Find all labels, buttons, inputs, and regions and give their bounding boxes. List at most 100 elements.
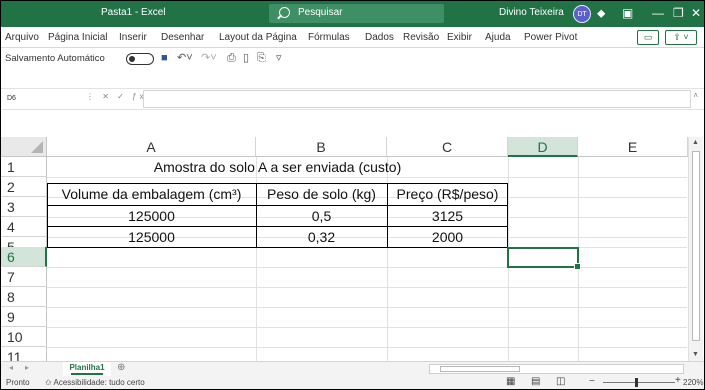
zoom-level[interactable]: 220% xyxy=(683,378,703,387)
accessibility-text: Acessibilidade: tudo certo xyxy=(53,378,145,387)
comments-button[interactable]: ▭ xyxy=(637,30,659,45)
save-icon[interactable]: ■ xyxy=(161,51,168,65)
row-header-8[interactable]: 8 xyxy=(1,287,47,307)
column-header-c[interactable]: C xyxy=(387,137,508,157)
table-border xyxy=(387,183,388,248)
cell-a4[interactable]: 125000 xyxy=(47,206,256,226)
undo-icon[interactable]: ↶˅ xyxy=(177,51,193,65)
cell-b3[interactable]: Peso de solo (kg) xyxy=(256,184,387,204)
expand-formula-icon[interactable]: ˄ xyxy=(693,91,698,100)
row-header-6[interactable]: 6 xyxy=(1,247,47,267)
format-painter-icon[interactable]: ⎘ xyxy=(257,51,266,65)
row-header-2[interactable]: 2 xyxy=(1,177,47,197)
add-sheet-icon[interactable]: ⊕ xyxy=(117,362,125,373)
sheet-tab-planilha1[interactable]: Planilha1 xyxy=(63,362,111,376)
row-header-10[interactable]: 10 xyxy=(1,327,47,347)
close-icon[interactable]: ✕ xyxy=(691,5,701,21)
vertical-scroll-thumb[interactable] xyxy=(692,151,700,341)
status-ready: Pronto xyxy=(6,378,30,387)
table-border xyxy=(47,226,508,227)
zoom-slider-knob[interactable] xyxy=(635,378,638,387)
cell-c5[interactable]: 2000 xyxy=(387,227,508,247)
cell-c4[interactable]: 3125 xyxy=(387,206,508,226)
cell-a3[interactable]: Volume da embalagem (cm³) xyxy=(47,184,256,204)
gridline xyxy=(47,287,687,288)
formula-input[interactable] xyxy=(143,90,691,108)
cell-title-a1[interactable]: Amostra do solo A a ser enviada (custo) xyxy=(47,157,508,177)
row-header-4[interactable]: 4 xyxy=(1,217,47,237)
excel-window: Pasta1 - Excel Pesquisar Divino Teixeira… xyxy=(0,0,705,390)
quick-access-toolbar: Salvamento Automático ■ ↶˅ ↷˅ ⎙ ▯ ⎘ ▿ xyxy=(1,48,704,68)
gridline xyxy=(47,347,687,348)
search-placeholder: Pesquisar xyxy=(298,7,343,18)
zoom-in-icon[interactable]: + xyxy=(675,375,681,386)
row-header-9[interactable]: 9 xyxy=(1,307,47,327)
horizontal-scrollbar[interactable] xyxy=(429,364,684,374)
restore-icon[interactable]: ❐ xyxy=(673,5,684,21)
table-border xyxy=(507,183,508,248)
page-layout-view-icon[interactable]: ▤ xyxy=(531,376,540,387)
tab-revisao[interactable]: Revisão xyxy=(403,32,439,43)
zoom-out-icon[interactable]: − xyxy=(589,376,595,387)
tab-dados[interactable]: Dados xyxy=(365,32,394,43)
accessibility-status[interactable]: ✩ Acessibilidade: tudo certo xyxy=(45,378,145,387)
tab-exibir[interactable]: Exibir xyxy=(447,32,472,43)
cell-c3[interactable]: Preço (R$/peso) xyxy=(387,184,508,204)
cell-b4[interactable]: 0,5 xyxy=(256,206,387,226)
sheet-prev-icon[interactable]: ◂ xyxy=(9,363,13,372)
tab-pagina-inicial[interactable]: Página Inicial xyxy=(48,32,107,43)
column-header-a[interactable]: A xyxy=(47,137,256,157)
sheet-next-icon[interactable]: ▸ xyxy=(25,363,29,372)
title-bar: Pasta1 - Excel Pesquisar Divino Teixeira… xyxy=(1,1,704,27)
cell-a5[interactable]: 125000 xyxy=(47,227,256,247)
tab-inserir[interactable]: Inserir xyxy=(119,32,147,43)
search-box[interactable]: Pesquisar xyxy=(269,4,444,23)
row-header-1[interactable]: 1 xyxy=(1,157,47,177)
tab-power-pivot[interactable]: Power Pivot xyxy=(524,32,577,43)
customize-qat-icon[interactable]: ▿ xyxy=(276,51,282,65)
name-box[interactable]: D6 xyxy=(3,92,73,106)
table-border xyxy=(256,183,257,248)
gridline xyxy=(47,177,687,178)
status-bar: Pronto ✩ Acessibilidade: tudo certo ▦ ▤ … xyxy=(1,375,704,389)
ribbon-tabs: Arquivo Página Inicial Inserir Desenhar … xyxy=(1,27,704,48)
normal-view-icon[interactable]: ▦ xyxy=(506,376,515,387)
tab-layout-da-pagina[interactable]: Layout da Página xyxy=(219,32,297,43)
table-border xyxy=(47,205,508,206)
ribbon-display-icon[interactable]: ▣ xyxy=(622,5,633,21)
column-header-d[interactable]: D xyxy=(508,137,578,157)
vertical-scrollbar[interactable]: ▲ ▼ xyxy=(688,137,703,361)
scroll-up-icon[interactable]: ▲ xyxy=(692,139,699,146)
select-all-corner[interactable] xyxy=(1,137,47,157)
minimize-icon[interactable]: — xyxy=(652,5,664,21)
search-icon xyxy=(279,7,290,18)
row-header-3[interactable]: 3 xyxy=(1,197,47,217)
worksheet-grid[interactable]: A B C D E 1 2 3 4 5 6 7 8 9 10 11 Amostr… xyxy=(1,137,704,361)
tab-arquivo[interactable]: Arquivo xyxy=(5,32,39,43)
user-name[interactable]: Divino Teixeira xyxy=(499,7,564,18)
avatar[interactable]: DT xyxy=(573,5,591,23)
document-title: Pasta1 - Excel xyxy=(101,7,166,18)
row-header-11[interactable]: 11 xyxy=(1,347,47,361)
autosave-toggle[interactable] xyxy=(126,53,154,65)
horizontal-scroll-thumb[interactable] xyxy=(440,366,520,372)
active-cell-d6[interactable] xyxy=(507,247,581,270)
redo-icon[interactable]: ↷˅ xyxy=(201,51,217,65)
cell-b5[interactable]: 0,32 xyxy=(256,227,387,247)
print-preview-icon[interactable]: ⎙ xyxy=(227,51,236,65)
column-header-b[interactable]: B xyxy=(256,137,387,157)
table-border xyxy=(47,247,508,248)
diamond-icon[interactable]: ⬥ xyxy=(597,5,605,21)
tab-desenhar[interactable]: Desenhar xyxy=(161,32,204,43)
zoom-slider[interactable] xyxy=(603,382,675,383)
page-break-view-icon[interactable]: ◫ xyxy=(556,376,565,387)
column-header-e[interactable]: E xyxy=(578,137,688,157)
tab-ajuda[interactable]: Ajuda xyxy=(485,32,511,43)
share-button[interactable]: ⇪ ˅ xyxy=(665,30,697,45)
gridline xyxy=(47,307,687,308)
tab-formulas[interactable]: Fórmulas xyxy=(308,32,350,43)
new-file-icon[interactable]: ▯ xyxy=(243,51,249,65)
toggle-knob xyxy=(129,56,135,62)
scroll-down-icon[interactable]: ▼ xyxy=(692,351,699,358)
row-header-7[interactable]: 7 xyxy=(1,267,47,287)
